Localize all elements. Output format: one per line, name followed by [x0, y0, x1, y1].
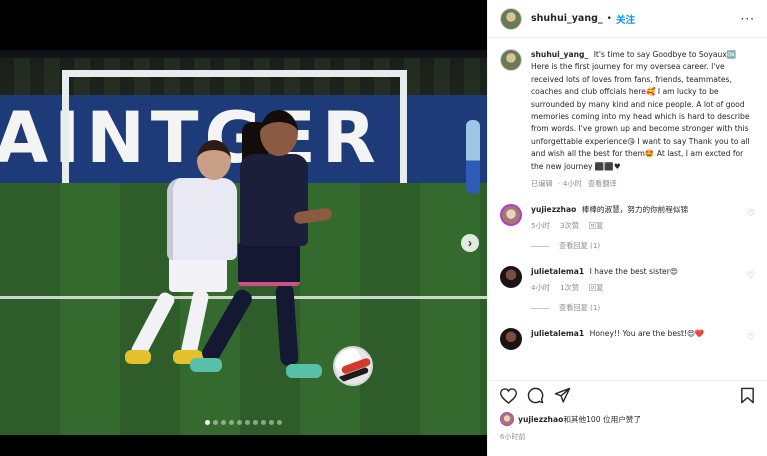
comment-likes[interactable]: 3次赞: [560, 220, 579, 232]
carousel-dot: [269, 420, 274, 425]
replies-divider: [531, 307, 549, 309]
post-header: shuhui_yang_ • 关注 ···: [488, 0, 767, 38]
action-bar: [488, 380, 767, 410]
carousel-dot: [277, 420, 282, 425]
replies-divider: [531, 245, 549, 247]
carousel-dot: [253, 420, 258, 425]
avatar: [500, 412, 514, 426]
author-username[interactable]: shuhui_yang_: [531, 13, 603, 24]
chevron-right-icon: ›: [468, 236, 472, 250]
carousel-dot: [205, 420, 210, 425]
caption-text: It's time to say Goodbye to Soyaux🆗 Here…: [531, 50, 750, 171]
edited-label: 已编辑: [531, 179, 553, 189]
avatar[interactable]: [500, 328, 522, 351]
avatar[interactable]: [500, 7, 522, 30]
comment-likes[interactable]: 1次赞: [560, 282, 579, 294]
distant-player: [466, 120, 480, 194]
post-timestamp: 6小时前: [500, 433, 526, 441]
likes-summary[interactable]: yujiezzhao和其他100 位用户赞了: [500, 412, 641, 426]
post-photo: AINTGER: [0, 50, 487, 435]
follow-button[interactable]: 关注: [616, 12, 635, 26]
avatar[interactable]: [500, 49, 522, 71]
comment-text: Honey!! You are the best!😍❤️: [589, 329, 705, 339]
likes-rest: 和其他100 位用户赞了: [563, 414, 641, 424]
meta-sep: ·: [558, 179, 561, 189]
reply-button[interactable]: 回复: [589, 282, 603, 294]
carousel-dots: [0, 420, 487, 425]
bookmark-icon[interactable]: [737, 386, 757, 406]
comments-panel: shuhui_yang_ • 关注 ··· shuhui_yang_ It's …: [487, 0, 767, 456]
carousel-dot: [213, 420, 218, 425]
reply-button[interactable]: 回复: [589, 220, 603, 232]
comment-text: 棒棒的淑慧，努力的你前程似锦: [581, 205, 689, 215]
post-caption: shuhui_yang_ It's time to say Goodbye to…: [500, 49, 755, 190]
more-options-icon[interactable]: ···: [741, 13, 755, 25]
heart-icon[interactable]: [498, 386, 518, 406]
avatar[interactable]: [500, 266, 522, 289]
comment: julietalema1 Honey!! You are the best!😍❤…: [500, 328, 755, 351]
caption-time: 4小时: [562, 179, 582, 189]
comment-time: 5小时: [531, 221, 550, 231]
carousel-dot: [237, 420, 242, 425]
comment-username[interactable]: yujiezzhao: [531, 205, 576, 214]
comment-username[interactable]: julietalema1: [531, 329, 584, 338]
comments-scroll[interactable]: shuhui_yang_ It's time to say Goodbye to…: [488, 39, 767, 379]
translate-link[interactable]: 查看翻译: [588, 178, 617, 190]
player-navy-kit: [190, 110, 340, 390]
comment-icon[interactable]: [525, 386, 545, 406]
heart-icon[interactable]: ♡: [747, 333, 755, 343]
comment-text: I have the best sister😍: [589, 267, 678, 277]
heart-icon[interactable]: ♡: [747, 271, 755, 281]
carousel-dot: [221, 420, 226, 425]
avatar[interactable]: [500, 204, 522, 227]
caption-username[interactable]: shuhui_yang_: [531, 50, 588, 59]
separator-dot: •: [606, 13, 612, 24]
comment: yujiezzhao 棒棒的淑慧，努力的你前程似锦 5小时 3次赞 回复 查看回…: [500, 204, 755, 252]
football: [333, 346, 373, 386]
view-replies-label[interactable]: 查看回复 (1): [559, 302, 600, 314]
comment-time: 4小时: [531, 283, 550, 293]
heart-icon[interactable]: ♡: [747, 209, 755, 219]
next-image-button[interactable]: ›: [461, 234, 479, 252]
comment-username[interactable]: julietalema1: [531, 267, 584, 276]
carousel-dot: [245, 420, 250, 425]
likes-user[interactable]: yujiezzhao: [518, 415, 563, 424]
post-media: AINTGER ›: [0, 0, 487, 456]
view-replies-label[interactable]: 查看回复 (1): [559, 240, 600, 252]
share-icon[interactable]: [552, 386, 572, 406]
view-replies[interactable]: 查看回复 (1): [531, 302, 739, 314]
carousel-dot: [261, 420, 266, 425]
comment: julietalema1 I have the best sister😍 4小时…: [500, 266, 755, 314]
view-replies[interactable]: 查看回复 (1): [531, 240, 739, 252]
carousel-dot: [229, 420, 234, 425]
